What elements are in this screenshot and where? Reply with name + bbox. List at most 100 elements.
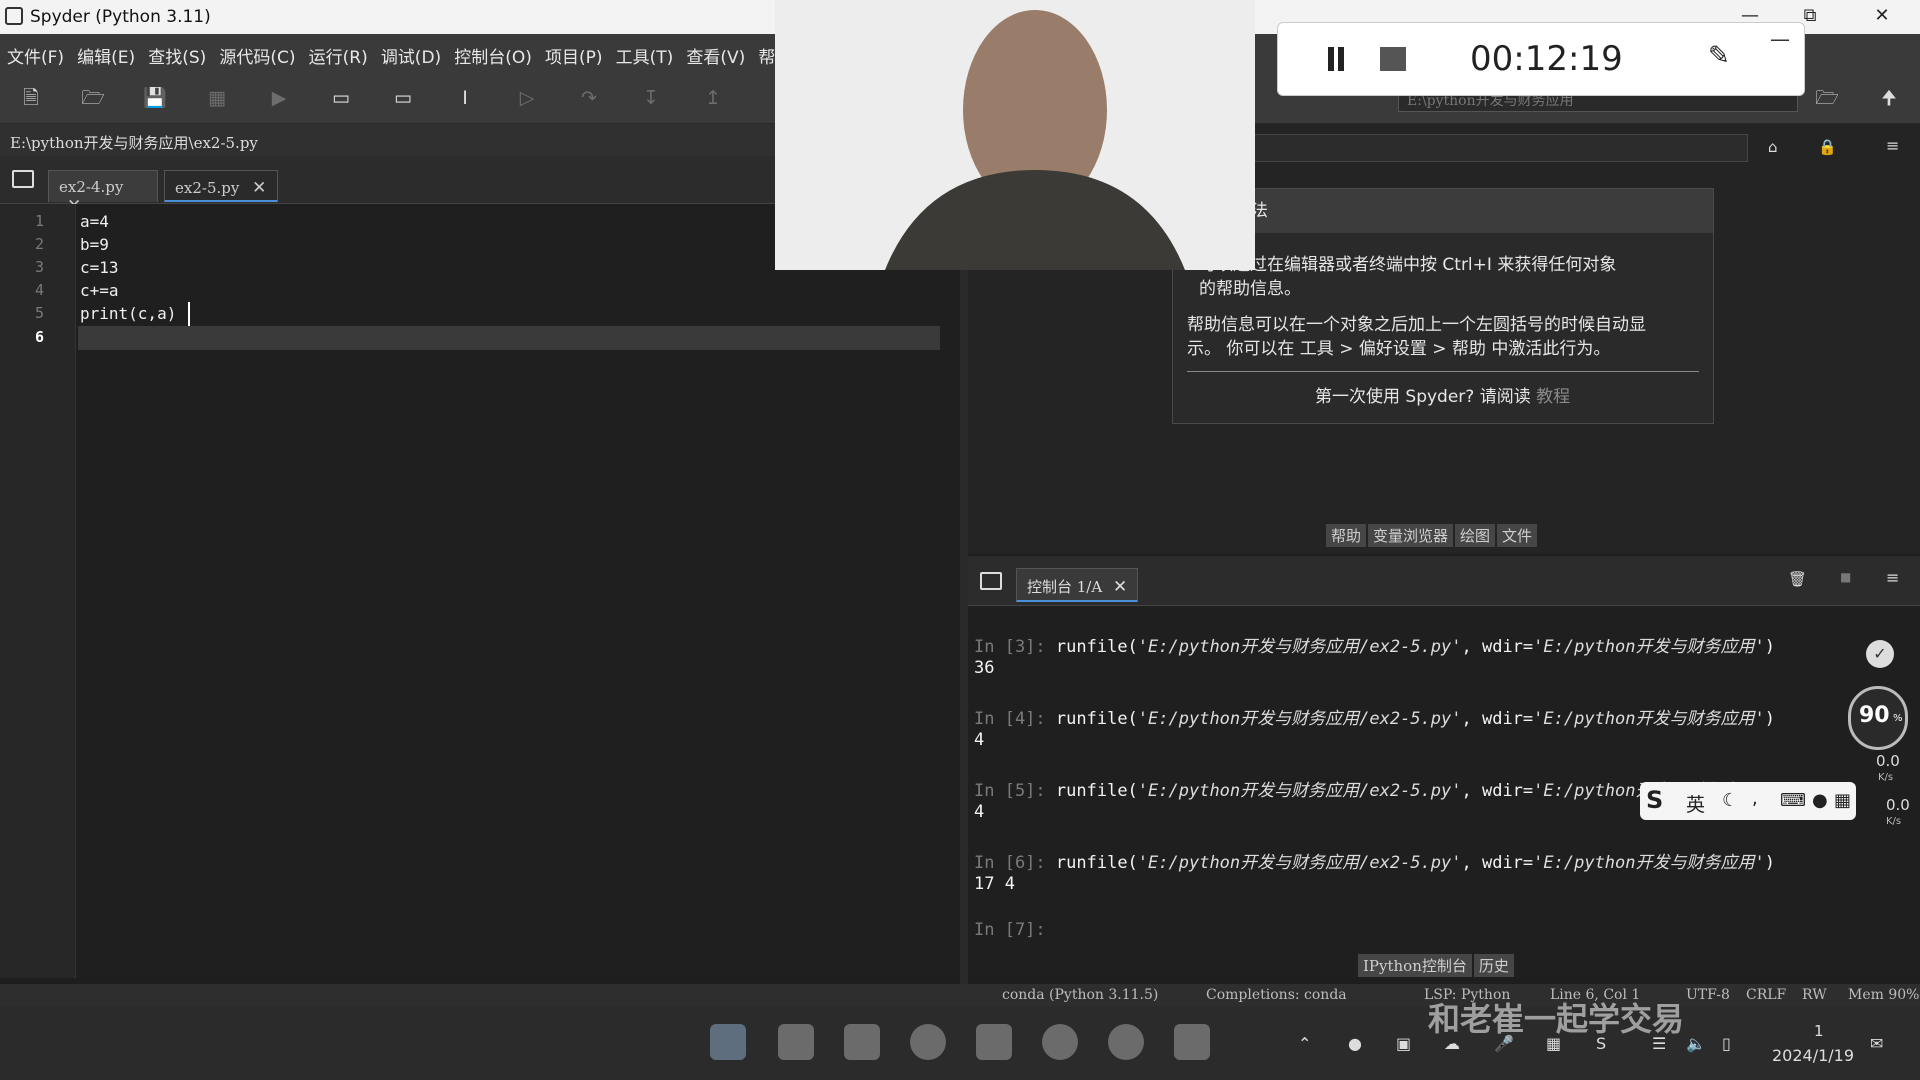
open-file-icon[interactable]: 🗁 bbox=[80, 86, 106, 110]
save-all-icon[interactable]: ▦ bbox=[204, 86, 230, 110]
browser-icon[interactable] bbox=[910, 1024, 946, 1060]
status-conda[interactable]: conda (Python 3.11.5) bbox=[1002, 987, 1158, 1003]
tab-ipython-console[interactable]: IPython控制台 bbox=[1358, 954, 1472, 977]
app-icon[interactable] bbox=[844, 1024, 880, 1060]
lock-icon[interactable]: 🔒 bbox=[1818, 138, 1837, 156]
menu-list: 文件(F) 编辑(E) 查找(S) 源代码(C) 运行(R) 调试(D) 控制台… bbox=[4, 34, 817, 72]
step-return-icon[interactable]: ↥ bbox=[700, 86, 726, 110]
console-input-line: In [4]: runfile('E:/python开发与财务应用/ex2-5.… bbox=[974, 704, 1775, 729]
stop-recording-icon[interactable] bbox=[1380, 47, 1406, 71]
console-next-prompt[interactable]: In [7]: bbox=[974, 920, 1046, 940]
menu-run[interactable]: 运行(R) bbox=[306, 34, 373, 68]
user-icon[interactable]: ● bbox=[1812, 790, 1828, 811]
volume-icon[interactable]: 🔈 bbox=[1686, 1034, 1706, 1053]
sogou-logo-icon[interactable]: S bbox=[1646, 786, 1663, 814]
status-completions[interactable]: Completions: conda bbox=[1206, 987, 1347, 1003]
console-string: 'E:/python开发与财务应用/ex2-5.py' bbox=[1137, 709, 1462, 729]
menu-tools[interactable]: 工具(T) bbox=[613, 34, 679, 68]
browse-tabs-icon[interactable] bbox=[12, 170, 34, 188]
presenter-video bbox=[775, 0, 1255, 270]
tab-help[interactable]: 帮助 bbox=[1326, 524, 1367, 547]
console-tab[interactable]: 控制台 1/A ✕ bbox=[1016, 568, 1139, 602]
run-cell-icon[interactable]: ▭ bbox=[328, 86, 354, 110]
app-icon[interactable] bbox=[1042, 1024, 1078, 1060]
line-number-current: 6 bbox=[34, 328, 44, 346]
console-code: runfile( bbox=[1055, 709, 1138, 729]
battery-icon[interactable]: ▯ bbox=[1722, 1034, 1731, 1053]
anaconda-icon[interactable] bbox=[976, 1024, 1012, 1060]
tray-app-icon[interactable]: ▣ bbox=[1396, 1034, 1411, 1053]
tab-label: ex2-5.py bbox=[175, 179, 240, 197]
console-string: 'E:/python开发与财务应用' bbox=[1533, 853, 1765, 873]
run-icon[interactable]: ▶ bbox=[266, 86, 292, 110]
punctuation-icon[interactable]: , bbox=[1752, 788, 1758, 809]
parent-dir-icon[interactable]: 🠉 bbox=[1876, 86, 1902, 110]
clock-time[interactable]: 1 bbox=[1814, 1022, 1824, 1040]
clock-date[interactable]: 2024/1/19 bbox=[1772, 1046, 1854, 1065]
home-icon[interactable]: ⌂ bbox=[1768, 138, 1778, 156]
help-para-1: 可以通过在编辑器或者终端中按 Ctrl+I 来获得任何对象 的帮助信息。 bbox=[1199, 253, 1616, 301]
console-code: , wdir= bbox=[1461, 709, 1534, 729]
tab-plots[interactable]: 绘图 bbox=[1455, 524, 1496, 547]
menu-consoles[interactable]: 控制台(O) bbox=[451, 34, 537, 68]
minimize-recorder-icon[interactable]: — bbox=[1770, 27, 1790, 51]
tab-files[interactable]: 文件 bbox=[1497, 524, 1538, 547]
code-editor[interactable]: 1 2 3 4 5 6 a=4 b=9 c=13 c+=a print(c,a) bbox=[0, 204, 960, 978]
tab-ex2-5[interactable]: ex2-5.py ✕ bbox=[164, 170, 278, 202]
pane-menu-icon[interactable]: ≡ bbox=[1886, 568, 1899, 587]
debug-icon[interactable]: ▷ bbox=[514, 86, 540, 110]
pen-icon[interactable]: ✎ bbox=[1708, 41, 1730, 71]
console-prompt: In [6]: bbox=[974, 853, 1046, 873]
start-icon[interactable] bbox=[710, 1024, 746, 1060]
step-into-icon[interactable]: ↧ bbox=[638, 86, 664, 110]
menu-edit[interactable]: 编辑(E) bbox=[74, 34, 140, 68]
console-input-line: In [6]: runfile('E:/python开发与财务应用/ex2-5.… bbox=[974, 848, 1775, 873]
clear-console-icon[interactable]: 🗑 bbox=[1788, 570, 1807, 588]
menu-search[interactable]: 查找(S) bbox=[145, 34, 211, 68]
spyder-taskbar-icon[interactable] bbox=[1174, 1024, 1210, 1060]
status-encoding: UTF-8 bbox=[1686, 987, 1730, 1003]
close-tab-icon[interactable]: ✕ bbox=[1113, 577, 1127, 597]
close-tab-icon[interactable]: ✕ bbox=[252, 178, 266, 198]
line-number: 1 bbox=[34, 212, 44, 230]
menu-projects[interactable]: 项目(P) bbox=[542, 34, 608, 68]
menu-debug[interactable]: 调试(D) bbox=[378, 34, 446, 68]
console-input-line: In [3]: runfile('E:/python开发与财务应用/ex2-5.… bbox=[974, 632, 1775, 657]
notification-icon[interactable]: ✉ bbox=[1870, 1034, 1883, 1053]
pause-icon[interactable] bbox=[1328, 47, 1334, 71]
tutorial-link[interactable]: 教程 bbox=[1536, 387, 1570, 407]
console-string: 'E:/python开发与财务应用/ex2-5.py' bbox=[1137, 781, 1462, 801]
moon-icon[interactable]: ☾ bbox=[1722, 790, 1738, 811]
recorder-icon[interactable] bbox=[1108, 1024, 1144, 1060]
help-para-2-line-2: 示。 你可以在 工具 > 偏好设置 > 帮助 中激活此行为。 bbox=[1187, 339, 1611, 359]
tab-history[interactable]: 历史 bbox=[1473, 954, 1514, 977]
stop-icon[interactable]: ■ bbox=[1840, 570, 1851, 584]
ime-toolbar: S 英 ☾ , ⌨ ● ▦ bbox=[1640, 782, 1856, 820]
step-icon[interactable]: ↷ bbox=[576, 86, 602, 110]
file-explorer-icon[interactable] bbox=[778, 1024, 814, 1060]
pane-menu-icon[interactable]: ≡ bbox=[1886, 136, 1899, 155]
tray-app-icon[interactable]: ● bbox=[1348, 1034, 1362, 1053]
run-cell-advance-icon[interactable]: ▭ bbox=[390, 86, 416, 110]
run-selection-icon[interactable]: I bbox=[452, 86, 478, 110]
shield-icon[interactable]: ✓ bbox=[1866, 640, 1894, 668]
ipython-console-pane: 控制台 1/A ✕ 🗑 ■ ≡ In [3]: runfile('E:/pyth… bbox=[968, 556, 1920, 978]
browse-tabs-icon[interactable] bbox=[980, 572, 1002, 590]
help-para-1-line-2: 的帮助信息。 bbox=[1199, 279, 1301, 299]
grid-icon[interactable]: ▦ bbox=[1834, 790, 1851, 811]
new-file-icon[interactable]: 🗎 bbox=[18, 86, 44, 110]
keyboard-icon[interactable]: ⌨ bbox=[1780, 790, 1806, 811]
help-first-time: 第一次使用 Spyder? 请阅读 教程 bbox=[1315, 385, 1570, 409]
console-code: ) bbox=[1764, 709, 1775, 729]
close-button[interactable]: ✕ bbox=[1852, 0, 1912, 34]
menu-source[interactable]: 源代码(C) bbox=[216, 34, 300, 68]
menu-file[interactable]: 文件(F) bbox=[4, 34, 69, 68]
tab-ex2-4[interactable]: ex2-4.py ✕ bbox=[48, 170, 158, 216]
menu-view[interactable]: 查看(V) bbox=[683, 34, 750, 68]
ime-language[interactable]: 英 bbox=[1686, 790, 1705, 817]
save-icon[interactable]: 💾 bbox=[142, 86, 168, 110]
tab-variable-explorer[interactable]: 变量浏览器 bbox=[1368, 524, 1454, 547]
tray-chevron-icon[interactable]: ⌃ bbox=[1298, 1034, 1311, 1053]
code-line: c=13 bbox=[80, 258, 119, 277]
browse-folder-icon[interactable]: 🗁 bbox=[1814, 86, 1840, 110]
